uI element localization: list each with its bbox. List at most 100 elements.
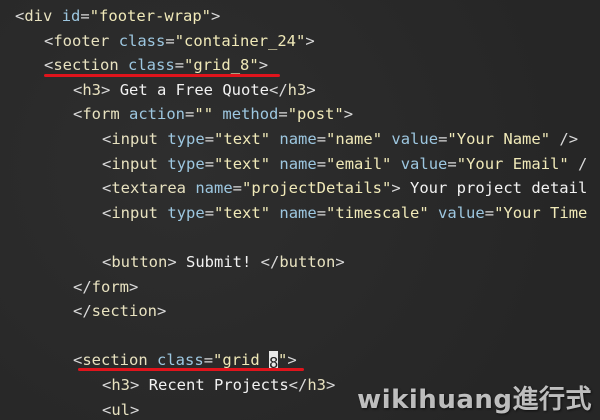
code-token-p: <	[102, 252, 112, 271]
code-token-txt: Submit!	[186, 252, 261, 271]
code-token-str: "grid_	[213, 351, 270, 370]
code-token-attr: value	[391, 129, 439, 148]
text-cursor: 8	[269, 351, 278, 372]
code-token-p: >	[258, 56, 269, 75]
code-token-tag: form	[91, 277, 129, 296]
code-token-p: <	[73, 80, 83, 99]
code-token-p: =	[484, 203, 495, 222]
code-token-p: =	[438, 129, 448, 148]
code-token-tag: section	[82, 351, 148, 370]
code-line[interactable]: <input type="text" name="timescale" valu…	[0, 201, 600, 226]
code-token-p	[213, 105, 222, 123]
code-token-attr: name	[195, 179, 233, 198]
code-line[interactable]: <h3> Get a Free Quote</h3>	[0, 78, 600, 103]
code-token-p: =	[203, 351, 214, 370]
code-token-str: "text"	[214, 129, 271, 148]
code-token-p: =	[316, 203, 327, 222]
code-token-attr: class	[128, 56, 175, 75]
code-token-p: >	[287, 351, 297, 370]
code-token-p	[270, 155, 279, 173]
code-token-tag: h3	[111, 375, 131, 394]
code-line[interactable]: <input type="text" name="email" value="Y…	[0, 152, 600, 177]
code-line[interactable]	[0, 324, 600, 349]
code-token-p: >	[211, 7, 221, 25]
code-token-attr: value	[400, 154, 448, 173]
code-line[interactable]: <button> Submit! </button>	[0, 250, 600, 275]
code-token-txt: Recent Projects	[148, 375, 289, 394]
code-token-p: =	[316, 129, 327, 148]
code-token-p	[109, 32, 118, 50]
code-token-attr: name	[279, 203, 317, 222]
code-token-p	[391, 155, 400, 173]
code-token-attr: type	[167, 203, 205, 222]
code-token-p: =	[447, 154, 457, 173]
code-token-p: </	[269, 80, 288, 99]
code-token-txt: Get a Free Quote	[119, 80, 269, 99]
code-token-tag: section	[91, 302, 157, 321]
code-token-p: <	[102, 400, 112, 419]
code-token-p: </	[73, 277, 92, 296]
code-token-p: <	[102, 129, 112, 148]
code-line[interactable]: <div id="footer-wrap">	[0, 4, 600, 29]
code-line[interactable]: </section>	[0, 299, 600, 324]
code-token-str: "name"	[326, 129, 383, 148]
code-line[interactable]	[0, 225, 600, 250]
code-token-str: "email"	[326, 154, 392, 173]
code-token-p	[382, 130, 391, 148]
code-token-p: />	[550, 129, 579, 148]
code-token-p: </	[73, 302, 92, 321]
code-token-p: =	[232, 179, 243, 198]
code-token-p: <	[102, 154, 112, 173]
code-token-p	[52, 7, 61, 25]
code-token-str: "Your Name"	[447, 129, 551, 148]
code-token-p: =	[165, 31, 175, 50]
code-area[interactable]: <div id="footer-wrap"> <footer class="con…	[0, 4, 600, 420]
code-token-attr: value	[438, 203, 485, 222]
code-token-tag: input	[111, 203, 159, 222]
code-token-p: =	[185, 105, 195, 124]
code-token-p: >	[157, 302, 167, 321]
code-token-p	[158, 130, 167, 148]
code-token-str: "post"	[287, 105, 344, 124]
code-token-p: >	[130, 375, 149, 394]
code-line[interactable]: <textarea name="projectDetails"> Your pr…	[0, 176, 600, 201]
code-token-tag: input	[111, 129, 159, 148]
code-token-p: >	[305, 31, 315, 50]
code-token-attr: method	[222, 105, 279, 124]
code-token-str: "projectDetails"	[242, 179, 392, 198]
code-token-p: </	[260, 252, 280, 271]
code-token-str: ""	[194, 105, 214, 124]
code-token-p	[158, 155, 167, 173]
code-token-tag: button	[111, 252, 168, 271]
code-line[interactable]: <form action="" method="post">	[0, 102, 600, 127]
code-token-p	[429, 204, 438, 222]
code-token-p	[186, 179, 195, 197]
code-token-tag: form	[82, 105, 120, 124]
code-token-p: <	[44, 56, 54, 75]
code-token-p: /	[568, 154, 588, 173]
code-token-str: "Your Email"	[456, 154, 569, 173]
code-token-tag: input	[111, 154, 159, 173]
code-token-p	[120, 105, 129, 123]
code-token-str: "text"	[214, 154, 271, 173]
code-token-str: "Your Time	[494, 203, 588, 222]
code-token-p: >	[167, 252, 187, 271]
code-editor[interactable]: <div id="footer-wrap"> <footer class="con…	[0, 0, 600, 420]
code-token-str: "timescale"	[326, 203, 429, 222]
code-line[interactable]: <footer class="container_24">	[0, 29, 600, 54]
code-token-str: "footer-wrap"	[89, 7, 212, 25]
code-token-tag: div	[24, 7, 53, 25]
code-line[interactable]: <input type="text" name="name" value="Yo…	[0, 127, 600, 152]
code-token-p	[270, 130, 279, 148]
code-token-p: >	[391, 179, 410, 198]
red-underline-annotation	[44, 74, 280, 77]
code-token-tag: section	[53, 56, 119, 75]
code-token-p: >	[326, 375, 336, 394]
code-token-p	[148, 351, 157, 369]
code-line[interactable]: </form>	[0, 275, 600, 300]
code-token-attr: type	[167, 129, 205, 148]
code-token-p: =	[174, 56, 185, 75]
code-token-p: <	[102, 203, 112, 222]
code-token-p: >	[130, 400, 140, 419]
code-token-p	[270, 204, 279, 222]
